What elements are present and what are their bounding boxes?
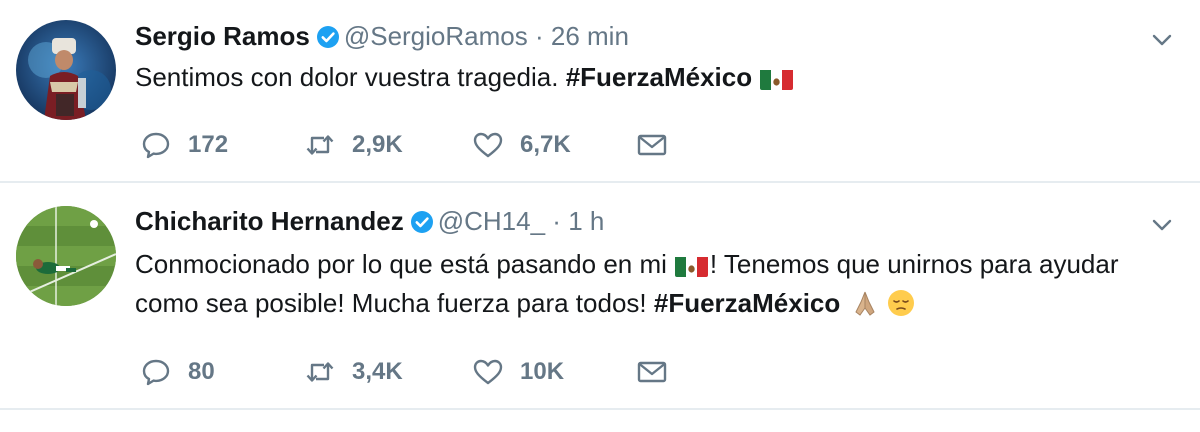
verified-badge-icon: [316, 26, 339, 48]
retweet-icon: [306, 135, 334, 155]
chevron-down-icon[interactable]: [1148, 211, 1176, 239]
reply-count: 172: [188, 131, 229, 158]
author-handle[interactable]: @CH14_: [438, 206, 545, 236]
folded-hands-emoji-icon: [855, 291, 875, 316]
tweet[interactable]: Sergio Ramos @SergioRamos · 26 min Sentim…: [0, 0, 1200, 183]
author-name[interactable]: Chicharito Hernandez: [135, 206, 404, 236]
retweet-count: 3,4K: [352, 358, 403, 385]
author-name[interactable]: Sergio Ramos: [135, 21, 310, 51]
reply-icon: [142, 132, 170, 159]
reply-button[interactable]: 80: [140, 355, 215, 389]
mexico-flag-emoji: [760, 66, 794, 90]
separator-dot: ·: [552, 206, 561, 236]
heart-icon: [473, 132, 503, 158]
timestamp[interactable]: 1 h: [568, 206, 604, 236]
avatar[interactable]: [16, 206, 116, 306]
tweet-text: Sentimos con dolor vuestra tragedia. #Fu…: [135, 58, 1145, 97]
tweet-text: Conmocionado por lo que está pasando en …: [135, 245, 1145, 323]
reply-count: 80: [188, 358, 215, 385]
verified-badge-icon: [410, 211, 433, 233]
timestamp[interactable]: 26 min: [551, 21, 629, 51]
tweet-header: Sergio Ramos @SergioRamos · 26 min: [135, 20, 629, 52]
like-button[interactable]: 10K: [472, 355, 564, 389]
envelope-icon: [637, 134, 667, 156]
avatar[interactable]: [16, 20, 116, 120]
author-handle[interactable]: @SergioRamos: [344, 21, 528, 51]
direct-message-button[interactable]: [636, 128, 684, 162]
tweet-text-part1: Conmocionado por lo que está pasando en …: [135, 249, 667, 279]
direct-message-button[interactable]: [636, 355, 684, 389]
hashtag-link[interactable]: #FuerzaMéxico: [566, 62, 752, 92]
reply-icon: [142, 359, 170, 386]
separator-dot: ·: [534, 21, 544, 51]
like-button[interactable]: 6,7K: [472, 128, 571, 162]
pensive-face-emoji-icon: [888, 290, 915, 316]
hashtag-link[interactable]: #FuerzaMéxico: [654, 288, 840, 318]
tweet-header: Chicharito Hernandez @CH14_ · 1 h: [135, 205, 604, 237]
tweet-actions: 80 3,4K 10K: [140, 355, 700, 389]
tweet[interactable]: Chicharito Hernandez @CH14_ · 1 h Conmoci…: [0, 183, 1200, 410]
reply-button[interactable]: 172: [140, 128, 228, 162]
tweet-actions: 172 2,9K 6,7K: [140, 128, 700, 162]
chevron-down-icon[interactable]: [1148, 26, 1176, 54]
retweet-icon: [306, 362, 334, 382]
envelope-icon: [637, 361, 667, 383]
like-count: 6,7K: [520, 131, 571, 158]
retweet-count: 2,9K: [352, 131, 403, 158]
retweet-button[interactable]: 2,9K: [304, 128, 403, 162]
mexico-flag-emoji: [674, 253, 708, 277]
tweet-text-body: Sentimos con dolor vuestra tragedia.: [135, 62, 566, 92]
retweet-button[interactable]: 3,4K: [304, 355, 403, 389]
heart-icon: [473, 359, 503, 385]
like-count: 10K: [520, 358, 565, 385]
